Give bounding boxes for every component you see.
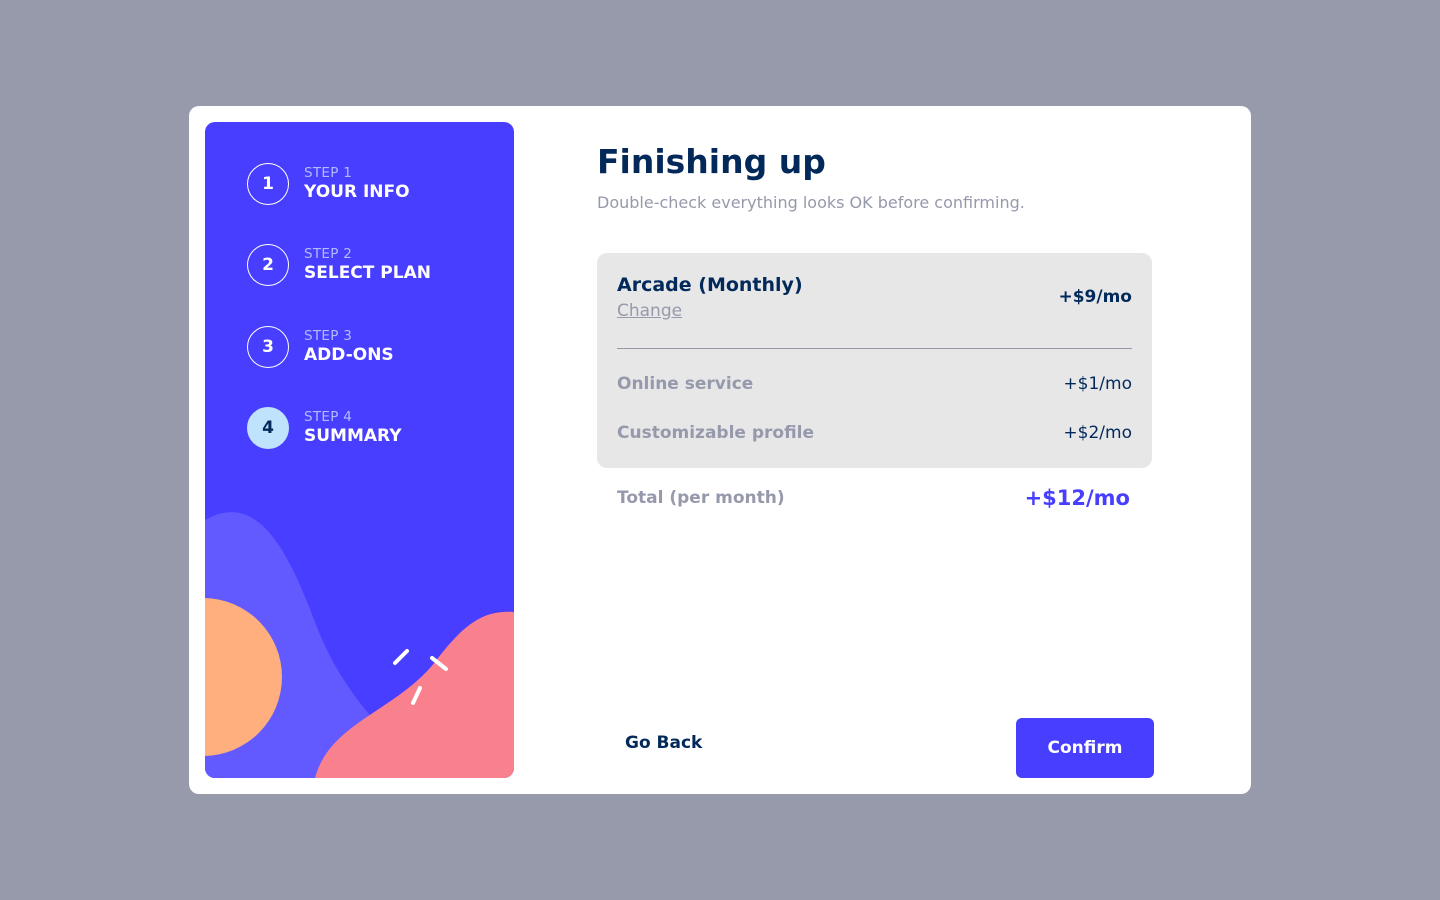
step-label: SELECT PLAN [304, 263, 431, 283]
change-plan-link[interactable]: Change [617, 301, 682, 321]
sidebar: 1 STEP 1 YOUR INFO 2 STEP 2 SELECT PLAN … [205, 122, 514, 778]
step-sub-label: STEP 2 [304, 246, 353, 262]
step-number: 1 [247, 163, 289, 205]
total-label: Total (per month) [617, 488, 785, 508]
step-1: 1 STEP 1 YOUR INFO [247, 162, 410, 206]
form-card: 1 STEP 1 YOUR INFO 2 STEP 2 SELECT PLAN … [189, 106, 1251, 794]
step-sub-label: STEP 3 [304, 328, 353, 344]
main-content: Finishing up Double-check everything loo… [597, 106, 1157, 794]
step-number: 3 [247, 326, 289, 368]
step-number-active: 4 [247, 407, 289, 449]
page-subtitle: Double-check everything looks OK before … [597, 193, 1025, 212]
step-2: 2 STEP 2 SELECT PLAN [247, 243, 431, 287]
step-4: 4 STEP 4 SUMMARY [247, 406, 402, 450]
step-sub-label: STEP 1 [304, 165, 353, 181]
step-3: 3 STEP 3 ADD-ONS [247, 325, 394, 369]
confirm-button[interactable]: Confirm [1016, 718, 1154, 778]
step-label: YOUR INFO [304, 182, 410, 202]
step-sub-label: STEP 4 [304, 409, 353, 425]
plan-name: Arcade (Monthly) [617, 274, 803, 296]
step-label: SUMMARY [304, 426, 402, 446]
plan-price: +$9/mo [1058, 287, 1132, 307]
addon-name: Customizable profile [617, 423, 815, 443]
divider [617, 348, 1132, 349]
step-label: ADD-ONS [304, 345, 394, 365]
summary-box: Arcade (Monthly) Change +$9/mo Online se… [597, 253, 1152, 468]
page-title: Finishing up [597, 142, 826, 181]
go-back-button[interactable]: Go Back [625, 733, 702, 753]
sidebar-decoration [205, 512, 514, 778]
total-price: +$12/mo [1024, 486, 1130, 510]
addon-name: Online service [617, 374, 754, 394]
addon-price: +$2/mo [1063, 423, 1132, 443]
step-number: 2 [247, 244, 289, 286]
addon-price: +$1/mo [1063, 374, 1132, 394]
